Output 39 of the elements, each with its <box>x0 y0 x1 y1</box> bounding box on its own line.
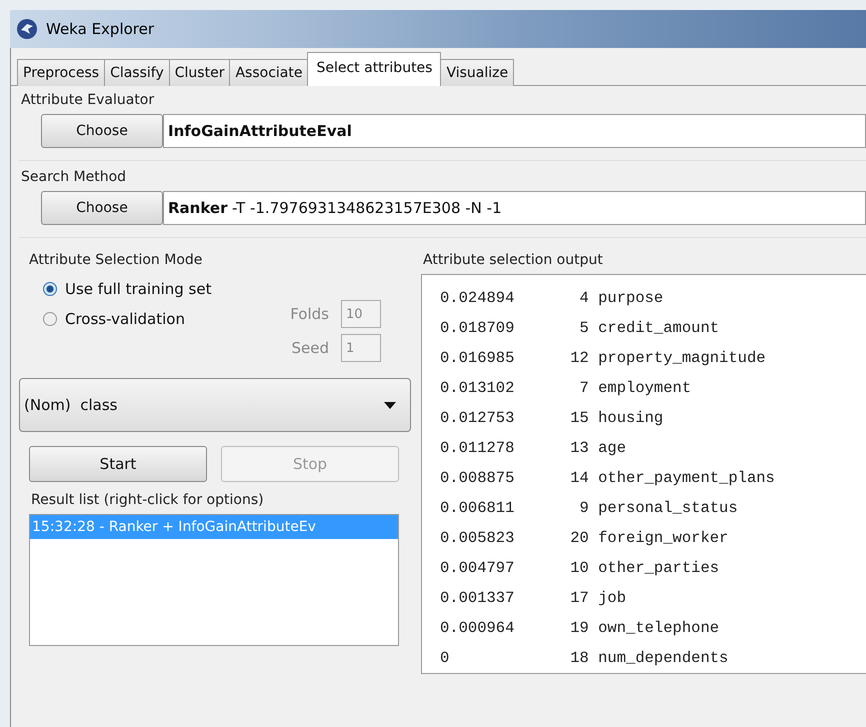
radio-button[interactable] <box>43 312 57 326</box>
search-method-field[interactable]: Ranker -T -1.7976931348623157E308 -N -1 <box>163 191 866 225</box>
output-line: 0.000964 19 own_telephone <box>440 618 720 639</box>
folds-label: Folds <box>290 305 329 323</box>
tab[interactable]: Select attributes <box>307 52 442 86</box>
output-line: 0.013102 7 employment <box>440 378 692 399</box>
action-button[interactable]: Start <box>29 446 207 482</box>
output-line: 0 18 num_dependents <box>440 648 730 669</box>
output-line: 0.011278 13 age <box>440 438 628 459</box>
section-title: Attribute Selection Mode <box>28 251 204 270</box>
tab[interactable]: Visualize <box>440 59 514 86</box>
class-dropdown[interactable]: (Nom) class <box>19 378 411 432</box>
output-line: 0.018709 5 credit_amount <box>440 318 720 339</box>
output-line: 0.008875 14 other_payment_plans <box>440 468 776 489</box>
output-line: 0.016985 12 property_magnitude <box>440 348 767 369</box>
app-logo-icon <box>16 18 38 40</box>
output-line: 0.001337 17 job <box>440 588 628 609</box>
tab[interactable]: Classify <box>104 59 170 86</box>
choose-button[interactable]: Choose <box>41 191 163 225</box>
radio-label[interactable]: Use full training set <box>65 280 212 298</box>
radio-label[interactable]: Cross-validation <box>65 310 185 328</box>
output-line: 0.012753 15 housing <box>440 408 664 429</box>
output-line: 0.004797 10 other_parties <box>440 558 720 579</box>
choose-button[interactable]: Choose <box>41 114 163 148</box>
output-line: 0.024894 4 purpose <box>440 288 664 309</box>
section-title: Search Method <box>20 168 128 187</box>
evaluator-field[interactable]: InfoGainAttributeEval <box>163 114 866 148</box>
tab[interactable]: Cluster <box>168 59 230 86</box>
seed-label: Seed <box>292 339 329 357</box>
section-title: Attribute Evaluator <box>20 91 156 110</box>
radio-button[interactable] <box>43 282 57 296</box>
section-title: Attribute selection output <box>422 251 604 270</box>
tab[interactable]: Associate <box>229 59 308 86</box>
output-line: 0.006811 9 personal_status <box>440 498 739 519</box>
tab[interactable]: Preprocess <box>17 59 106 86</box>
output-line: 0.005823 20 foreign_worker <box>440 528 730 549</box>
window-title: Weka Explorer <box>46 20 154 38</box>
section-title: Result list (right-click for options) <box>30 491 265 510</box>
caret-icon <box>384 402 396 408</box>
